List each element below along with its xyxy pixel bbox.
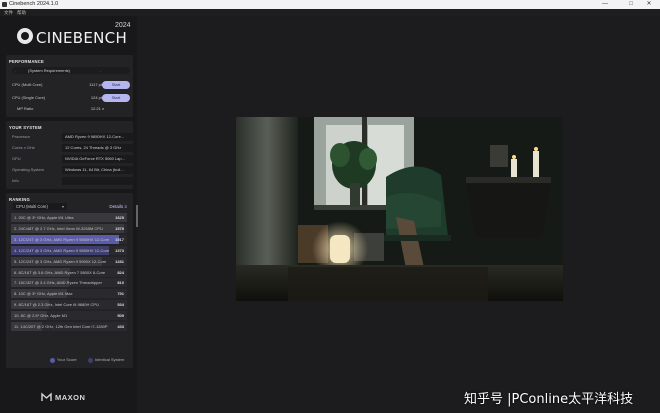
sys-value: Windows 11, 64 Bit, China (buil... — [62, 166, 134, 174]
ranking-cpu-name: 11. 14C/20T @ 2 GHz, 12th Gen Intel Core… — [14, 324, 108, 329]
system-title: YOUR SYSTEM — [9, 125, 42, 130]
sys-value: AMD Ryzen 9 9850HX 12-Core... — [62, 133, 134, 141]
system-requirements-label: (System Requirements) — [28, 68, 71, 73]
sys-row-info: Info — [12, 176, 134, 186]
perf-value: 12.21 x — [90, 106, 104, 111]
sys-label: Info — [12, 178, 19, 183]
ranking-row[interactable]: 11. 14C/20T @ 2 GHz, 12th Gen Intel Core… — [11, 322, 127, 331]
app-icon — [2, 2, 7, 7]
ranking-score: 433 — [117, 324, 124, 329]
ranking-row[interactable]: 1. 20C @ 3* GHz, Apple M1 Ultra 1625 — [11, 213, 127, 222]
ranking-row[interactable]: 4. 12C/24T @ 3 GHz, AMD Ryzen 9 9850HX 1… — [11, 245, 127, 255]
ranking-cpu-name: 8. 10C @ 3* GHz, Apple M1 Max — [14, 291, 73, 297]
ranking-score: 1373 — [115, 247, 124, 253]
menu-help[interactable]: 帮助 — [17, 9, 26, 16]
sys-label: Processor — [12, 134, 31, 139]
sys-row-os: Operating System Windows 11, 64 Bit, Chi… — [12, 165, 134, 175]
your-score-swatch — [50, 358, 55, 363]
minimize-button[interactable]: — — [594, 0, 616, 9]
ranking-row[interactable]: 9. 8C/16T @ 2.3 GHz, Intel Core i9-9880H… — [11, 300, 127, 310]
sys-value: 12 Cores, 24 Threads @ 3 GHz — [62, 144, 134, 152]
ranking-row[interactable]: 2. 24C/48T @ 2.7 GHz, Intel Xeon W-3265M… — [11, 223, 127, 233]
ranking-score: 1579 — [115, 225, 124, 231]
ranking-cpu-name: 7. 16C/32T @ 3.4 GHz, AMD Ryzen Threadri… — [14, 280, 102, 286]
sys-row-cores: Cores x GHz 12 Cores, 24 Threads @ 3 GHz — [12, 143, 134, 153]
ranking-score: 824 — [117, 269, 124, 275]
performance-panel: PERFORMANCE ◦ (System Requirements) - CP… — [6, 55, 133, 117]
cinebench-logo: CINEBENCH — [17, 27, 127, 49]
ranking-score: 1281 — [115, 258, 124, 264]
render-viewport — [236, 117, 563, 301]
ranking-score: 534 — [117, 302, 124, 308]
watermark-text: 知乎号 |PConline太平洋科技 — [464, 392, 634, 407]
window-title: Cinebench 2024.1.0 — [9, 1, 59, 7]
ranking-row[interactable]: 6. 8C/16T @ 3.8 GHz, AMD Ryzen 7 5800X 8… — [11, 267, 127, 277]
ranking-score: 509 — [117, 313, 124, 319]
start-multi-core-button[interactable]: Start — [102, 81, 130, 89]
performance-title: PERFORMANCE — [9, 59, 45, 64]
ranking-row[interactable]: 8. 10C @ 3* GHz, Apple M1 Max 791 — [11, 289, 127, 299]
ranking-score: 1517 — [115, 236, 124, 242]
sys-row-processor: Processor AMD Ryzen 9 9850HX 12-Core... — [12, 132, 134, 142]
ranking-row[interactable]: 5. 12C/24T @ 3 GHz, AMD Ryzen 9 5900X 12… — [11, 256, 127, 266]
chevron-down-icon: ▾ — [61, 204, 64, 209]
cinebench-logo-icon — [17, 28, 33, 44]
ranking-score: 1625 — [115, 215, 124, 220]
ranking-row[interactable]: 10. 8C @ 2.5* GHz, Apple M1 509 — [11, 311, 127, 321]
system-requirements[interactable]: ◦ (System Requirements) - — [12, 67, 130, 74]
maxon-text: MAXON — [55, 393, 86, 402]
ranking-title: RANKING — [9, 197, 30, 202]
ranking-row[interactable]: 3. 12C/24T @ 3 GHz, AMD Ryzen 9 9850HX 1… — [11, 234, 127, 244]
system-panel: YOUR SYSTEM Processor AMD Ryzen 9 9850HX… — [6, 121, 134, 189]
close-button[interactable]: ✕ — [638, 0, 660, 9]
legend-your-score-label: Your Score — [57, 357, 77, 362]
sys-value: NVIDIA GeForce RTX 5060 Lap... — [62, 155, 134, 163]
sys-label: Cores x GHz — [12, 145, 35, 150]
ranking-cpu-name: 9. 8C/16T @ 2.3 GHz, Intel Core i9-9880H… — [14, 302, 99, 308]
ranking-score: 791 — [117, 291, 124, 297]
lock-icon: ◦ — [15, 69, 17, 74]
details-label: Details — [109, 204, 124, 209]
sys-label: GPU — [12, 156, 21, 161]
ranking-mode-value: CPU (Multi Core) — [16, 204, 48, 209]
window-titlebar: Cinebench 2024.1.0 — □ ✕ — [0, 0, 660, 9]
sys-row-gpu: GPU NVIDIA GeForce RTX 5060 Lap... — [12, 154, 134, 164]
info-input[interactable] — [62, 177, 134, 185]
ranking-cpu-name: 4. 12C/24T @ 3 GHz, AMD Ryzen 9 9850HX 1… — [14, 247, 109, 253]
perf-row-mp-ratio: MP Ratio 12.21 x — [12, 104, 130, 114]
ranking-mode-select[interactable]: CPU (Multi Core) ▾ — [13, 203, 67, 210]
start-single-core-button[interactable]: Start — [102, 94, 130, 102]
details-button[interactable]: Details ≡ — [109, 203, 127, 210]
ranking-cpu-name: 3. 12C/24T @ 3 GHz, AMD Ryzen 9 9850HX 1… — [14, 236, 109, 242]
perf-row-multi: CPU (Multi Core) 1117 pts Start — [12, 80, 130, 90]
menu-bar: 文件 帮助 — [0, 9, 660, 16]
perf-label: CPU (Single Core) — [12, 95, 46, 100]
perf-row-single: CPU (Single Core) 124 pts Start — [12, 93, 130, 103]
ranking-cpu-name: 6. 8C/16T @ 3.8 GHz, AMD Ryzen 7 5800X 8… — [14, 269, 106, 275]
legend-identical-label: Identical System — [95, 357, 125, 362]
perf-label: MP Ratio — [17, 106, 34, 111]
logo-year: 2024 — [115, 22, 131, 29]
logo-text: CINEBENCH — [36, 29, 128, 47]
perf-label: CPU (Multi Core) — [12, 82, 43, 87]
ranking-scrollbar[interactable] — [136, 205, 138, 227]
menu-file[interactable]: 文件 — [4, 9, 13, 16]
filter-icon: ≡ — [124, 204, 127, 209]
sys-label: Operating System — [12, 167, 45, 172]
ranking-cpu-name: 10. 8C @ 2.5* GHz, Apple M1 — [14, 313, 68, 319]
ranking-cpu-name: 1. 20C @ 3* GHz, Apple M1 Ultra — [14, 215, 74, 220]
ranking-score: 810 — [117, 280, 124, 286]
ranking-cpu-name: 5. 12C/24T @ 3 GHz, AMD Ryzen 9 5900X 12… — [14, 258, 107, 264]
system-requirements-value: - — [100, 68, 102, 73]
identical-system-swatch — [88, 358, 93, 363]
maxon-logo: MAXON — [41, 392, 101, 404]
ranking-cpu-name: 2. 24C/48T @ 2.7 GHz, Intel Xeon W-3265M… — [14, 225, 103, 231]
render-scene-image — [236, 117, 563, 301]
maxon-icon — [41, 392, 52, 401]
ranking-row[interactable]: 7. 16C/32T @ 3.4 GHz, AMD Ryzen Threadri… — [11, 278, 127, 288]
